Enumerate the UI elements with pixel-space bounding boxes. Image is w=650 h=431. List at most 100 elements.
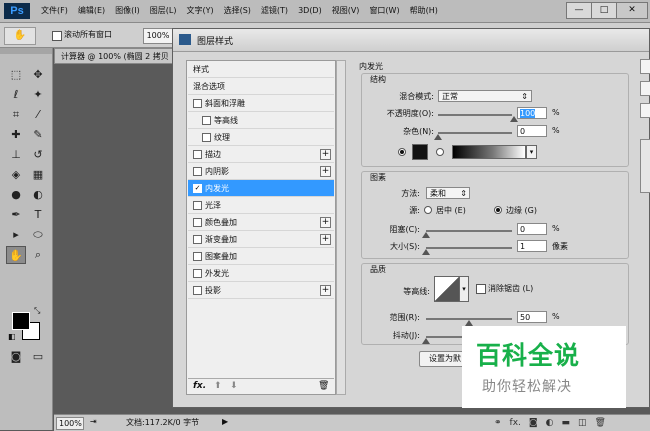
adjustment-layer-icon[interactable]: ◐ — [546, 415, 554, 431]
size-slider[interactable] — [426, 247, 512, 249]
style-item-inner-glow[interactable]: ✓ 内发光 — [188, 180, 334, 197]
menu-layer[interactable]: 图层(L) — [145, 0, 182, 22]
noise-input[interactable]: 0 — [517, 125, 547, 137]
zoom-tool-icon[interactable]: ⌕ — [28, 246, 48, 264]
scroll-all-windows-checkbox[interactable] — [52, 31, 62, 41]
menu-help[interactable]: 帮助(H) — [405, 0, 443, 22]
style-item-pattern-overlay[interactable]: 图案叠加 — [188, 248, 334, 265]
brush-tool-icon[interactable]: ✎ — [28, 126, 48, 144]
opacity-input[interactable]: 100 — [517, 107, 547, 119]
quick-mask-icon[interactable]: ◙ — [6, 348, 26, 366]
technique-select[interactable]: 柔和 ⇕ — [426, 187, 470, 199]
add-gradient-overlay-icon[interactable]: + — [320, 234, 331, 245]
noise-slider[interactable] — [438, 132, 512, 134]
menu-edit[interactable]: 编辑(E) — [73, 0, 110, 22]
gradient-radio[interactable] — [436, 148, 444, 156]
styles-scrollbar[interactable] — [336, 60, 346, 395]
menu-filter[interactable]: 滤镜(T) — [256, 0, 293, 22]
status-zoom-field[interactable]: 100% — [56, 417, 84, 430]
style-item-bevel-emboss[interactable]: 斜面和浮雕 — [188, 95, 334, 112]
add-color-overlay-icon[interactable]: + — [320, 217, 331, 228]
style-checkbox[interactable] — [193, 167, 202, 176]
path-selection-tool-icon[interactable]: ▸ — [6, 226, 26, 244]
new-layer-icon[interactable]: ◫ — [578, 415, 587, 431]
blur-tool-icon[interactable]: ● — [6, 186, 26, 204]
contour-dropdown-icon[interactable]: ▾ — [459, 276, 469, 302]
eraser-tool-icon[interactable]: ◈ — [6, 166, 26, 184]
style-checkbox[interactable] — [193, 269, 202, 278]
layer-fx-icon[interactable]: fx. — [510, 415, 521, 431]
style-checkbox[interactable] — [193, 252, 202, 261]
move-up-icon[interactable]: ⬆ — [214, 381, 222, 391]
gradient-dropdown-icon[interactable]: ▾ — [526, 145, 537, 159]
foreground-color-swatch[interactable] — [12, 312, 30, 330]
healing-brush-tool-icon[interactable]: ✚ — [6, 126, 26, 144]
jitter-slider-thumb[interactable] — [422, 338, 430, 344]
size-slider-thumb[interactable] — [422, 249, 430, 255]
source-edge-radio[interactable] — [494, 206, 502, 214]
link-layers-icon[interactable]: ⚭ — [494, 415, 502, 431]
dialog-title-bar[interactable]: 图层样式 — [173, 29, 649, 52]
magic-wand-tool-icon[interactable]: ✦ — [28, 86, 48, 104]
lasso-tool-icon[interactable]: ℓ — [6, 86, 26, 104]
crop-tool-icon[interactable]: ⌗ — [6, 106, 26, 124]
menu-3d[interactable]: 3D(D) — [293, 0, 327, 22]
style-checkbox[interactable] — [193, 150, 202, 159]
new-style-button-partial[interactable] — [640, 103, 650, 118]
style-item-drop-shadow[interactable]: 投影 + — [188, 282, 334, 299]
minimize-button[interactable]: — — [566, 2, 592, 19]
style-item-color-overlay[interactable]: 颜色叠加 + — [188, 214, 334, 231]
status-arrow-icon[interactable]: ▶ — [222, 417, 228, 426]
size-input[interactable]: 1 — [517, 240, 547, 252]
document-tab[interactable]: 计算器 @ 100% (椭圆 2 拷贝 — [54, 48, 174, 64]
style-checkbox[interactable] — [193, 286, 202, 295]
screen-mode-icon[interactable]: ▭ — [28, 348, 48, 366]
antialias-checkbox[interactable] — [476, 284, 486, 294]
ellipse-tool-icon[interactable]: ⬭ — [28, 226, 48, 244]
style-checkbox[interactable] — [193, 218, 202, 227]
trash-icon[interactable]: 🗑 — [318, 381, 329, 391]
history-brush-tool-icon[interactable]: ↺ — [28, 146, 48, 164]
add-drop-shadow-icon[interactable]: + — [320, 285, 331, 296]
solid-color-radio[interactable] — [398, 148, 406, 156]
style-item-gradient-overlay[interactable]: 渐变叠加 + — [188, 231, 334, 248]
choke-input[interactable]: 0 — [517, 223, 547, 235]
gradient-picker[interactable] — [452, 145, 526, 159]
source-center-radio[interactable] — [424, 206, 432, 214]
menu-type[interactable]: 文字(Y) — [181, 0, 218, 22]
group-layers-icon[interactable]: ▬ — [562, 415, 571, 431]
opacity-slider[interactable] — [438, 114, 512, 116]
contour-preview[interactable] — [434, 276, 460, 302]
choke-slider[interactable] — [426, 230, 512, 232]
style-item-contour[interactable]: 等高线 — [188, 112, 334, 129]
hand-tool-preset[interactable]: ✋ — [4, 27, 36, 45]
cancel-button-partial[interactable] — [640, 81, 650, 96]
pen-tool-icon[interactable]: ✒ — [6, 206, 26, 224]
style-item-stroke[interactable]: 描边 + — [188, 146, 334, 163]
range-input[interactable]: 50 — [517, 311, 547, 323]
hand-tool-icon[interactable]: ✋ — [6, 246, 26, 264]
fx-menu-icon[interactable]: fx. — [193, 381, 206, 391]
menu-view[interactable]: 视图(V) — [327, 0, 365, 22]
default-colors-icon[interactable]: ◧ — [8, 332, 16, 341]
marquee-tool-icon[interactable]: ⬚ — [6, 66, 26, 84]
dodge-tool-icon[interactable]: ◐ — [28, 186, 48, 204]
zoom-percent-button[interactable]: 100% — [143, 28, 173, 44]
type-tool-icon[interactable]: T — [28, 206, 48, 224]
status-export-icon[interactable]: ⇥ — [90, 417, 97, 426]
style-checkbox[interactable] — [193, 201, 202, 210]
delete-layer-icon[interactable]: 🗑 — [595, 415, 606, 431]
close-button[interactable]: ✕ — [616, 2, 648, 19]
eyedropper-tool-icon[interactable]: ⁄ — [28, 106, 48, 124]
style-item-texture[interactable]: 纹理 — [188, 129, 334, 146]
toolbar-grip[interactable] — [0, 48, 52, 54]
layer-mask-icon[interactable]: ◙ — [529, 415, 538, 431]
style-checkbox[interactable] — [202, 133, 211, 142]
add-inner-shadow-icon[interactable]: + — [320, 166, 331, 177]
move-tool-icon[interactable]: ✥ — [28, 66, 48, 84]
maximize-button[interactable]: □ — [591, 2, 617, 19]
style-checkbox[interactable] — [202, 116, 211, 125]
clone-stamp-tool-icon[interactable]: ⊥ — [6, 146, 26, 164]
add-stroke-icon[interactable]: + — [320, 149, 331, 160]
menu-image[interactable]: 图像(I) — [110, 0, 145, 22]
